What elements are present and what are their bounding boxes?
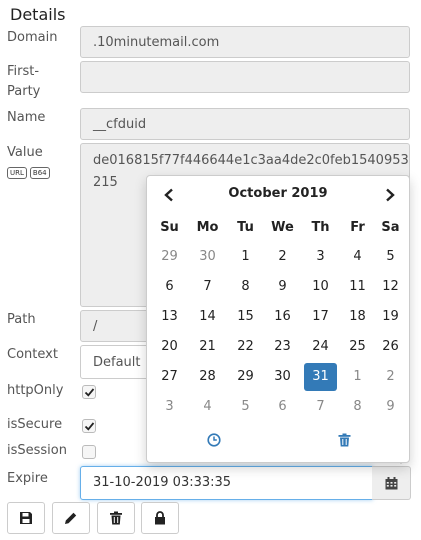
day-cell[interactable]: 7 xyxy=(304,393,337,421)
name-field[interactable]: __cfduid xyxy=(80,108,410,140)
context-label: Context xyxy=(7,347,58,362)
day-cell[interactable]: 16 xyxy=(266,303,299,331)
edit-button[interactable] xyxy=(52,502,90,534)
day-cell[interactable]: 24 xyxy=(304,333,337,361)
day-cell[interactable]: 9 xyxy=(266,273,299,301)
day-cell[interactable]: 11 xyxy=(341,273,374,301)
day-cell[interactable]: 22 xyxy=(229,333,262,361)
time-toggle-button[interactable] xyxy=(207,433,221,451)
domain-label: Domain xyxy=(7,30,58,45)
day-cell[interactable]: 6 xyxy=(153,273,186,301)
calendar-button[interactable] xyxy=(372,466,411,500)
day-cell[interactable]: 8 xyxy=(341,393,374,421)
month-label[interactable]: October 2019 xyxy=(147,186,409,201)
path-label: Path xyxy=(7,312,36,327)
name-label: Name xyxy=(7,110,46,125)
day-cell[interactable]: 14 xyxy=(191,303,224,331)
day-cell[interactable]: 2 xyxy=(374,363,407,391)
day-cell[interactable]: 12 xyxy=(374,273,407,301)
day-cell[interactable]: 29 xyxy=(153,243,186,271)
day-cell[interactable]: 1 xyxy=(229,243,262,271)
check-icon xyxy=(84,422,95,431)
weekday-we: We xyxy=(271,220,294,235)
day-cell[interactable]: 20 xyxy=(153,333,186,361)
expire-label: Expire xyxy=(7,471,48,486)
day-cell[interactable]: 3 xyxy=(153,393,186,421)
day-cell[interactable]: 1 xyxy=(341,363,374,391)
issession-checkbox[interactable] xyxy=(82,445,96,459)
chevron-right-icon xyxy=(386,188,395,202)
domain-field[interactable]: .10minutemail.com xyxy=(80,26,410,58)
day-cell[interactable]: 13 xyxy=(153,303,186,331)
first-party-field[interactable] xyxy=(80,61,410,93)
value-label: Value xyxy=(7,145,43,160)
day-cell[interactable]: 25 xyxy=(341,333,374,361)
day-cell-selected[interactable]: 31 xyxy=(304,363,337,391)
clock-icon xyxy=(207,433,221,447)
day-cell[interactable]: 30 xyxy=(266,363,299,391)
section-heading: Details xyxy=(10,5,66,24)
day-cell[interactable]: 23 xyxy=(266,333,299,361)
day-cell[interactable]: 27 xyxy=(153,363,186,391)
trash-icon xyxy=(110,511,122,525)
day-cell[interactable]: 9 xyxy=(374,393,407,421)
popup-arrow-inner xyxy=(394,455,408,462)
day-cell[interactable]: 28 xyxy=(191,363,224,391)
check-icon xyxy=(84,388,95,397)
next-month-button[interactable] xyxy=(384,188,400,204)
day-cell[interactable]: 4 xyxy=(191,393,224,421)
value-badges: URL B64 xyxy=(7,164,53,179)
datepicker-popup: October 2019 Su Mo Tu We Th Fr Sa 29 30 1 2 3 4 5 6 7 8… xyxy=(146,175,410,463)
lock-button[interactable] xyxy=(141,502,179,534)
url-badge[interactable]: URL xyxy=(7,167,27,179)
weekday-fr: Fr xyxy=(350,220,365,235)
day-cell[interactable]: 21 xyxy=(191,333,224,361)
trash-icon xyxy=(338,433,351,447)
value-line-1: de016815f77f446644e1c3aa4de2c0feb1540953 xyxy=(93,153,409,168)
day-cell[interactable]: 26 xyxy=(374,333,407,361)
day-cell[interactable]: 10 xyxy=(304,273,337,301)
issession-label: isSession xyxy=(7,443,67,458)
httponly-label: httpOnly xyxy=(7,383,64,398)
calendar-icon xyxy=(385,477,398,490)
httponly-checkbox[interactable] xyxy=(82,385,96,399)
issecure-checkbox[interactable] xyxy=(82,419,96,433)
first-party-label-1: First- xyxy=(7,64,40,79)
day-cell[interactable]: 17 xyxy=(304,303,337,331)
day-cell[interactable]: 4 xyxy=(341,243,374,271)
save-icon xyxy=(20,512,32,524)
weekday-mo: Mo xyxy=(196,220,219,235)
day-cell[interactable]: 29 xyxy=(229,363,262,391)
first-party-label-2: Party xyxy=(7,84,41,99)
day-cell[interactable]: 8 xyxy=(229,273,262,301)
weekday-tu: Tu xyxy=(237,220,254,235)
expire-input[interactable]: 31-10-2019 03:33:35 xyxy=(80,466,373,500)
clear-date-button[interactable] xyxy=(338,433,351,451)
day-cell[interactable]: 5 xyxy=(374,243,407,271)
day-cell[interactable]: 30 xyxy=(191,243,224,271)
save-button[interactable] xyxy=(7,502,45,534)
day-cell[interactable]: 7 xyxy=(191,273,224,301)
day-cell[interactable]: 5 xyxy=(229,393,262,421)
issecure-label: isSecure xyxy=(7,417,63,432)
day-cell[interactable]: 3 xyxy=(304,243,337,271)
day-cell[interactable]: 18 xyxy=(341,303,374,331)
weekday-th: Th xyxy=(311,220,330,235)
day-cell[interactable]: 15 xyxy=(229,303,262,331)
day-cell[interactable]: 6 xyxy=(266,393,299,421)
weekday-su: Su xyxy=(160,220,179,235)
lock-icon xyxy=(155,511,165,525)
pencil-icon xyxy=(65,512,77,524)
weekday-sa: Sa xyxy=(381,220,400,235)
delete-button[interactable] xyxy=(97,502,135,534)
day-cell[interactable]: 2 xyxy=(266,243,299,271)
b64-badge[interactable]: B64 xyxy=(29,167,50,179)
day-cell[interactable]: 19 xyxy=(374,303,407,331)
